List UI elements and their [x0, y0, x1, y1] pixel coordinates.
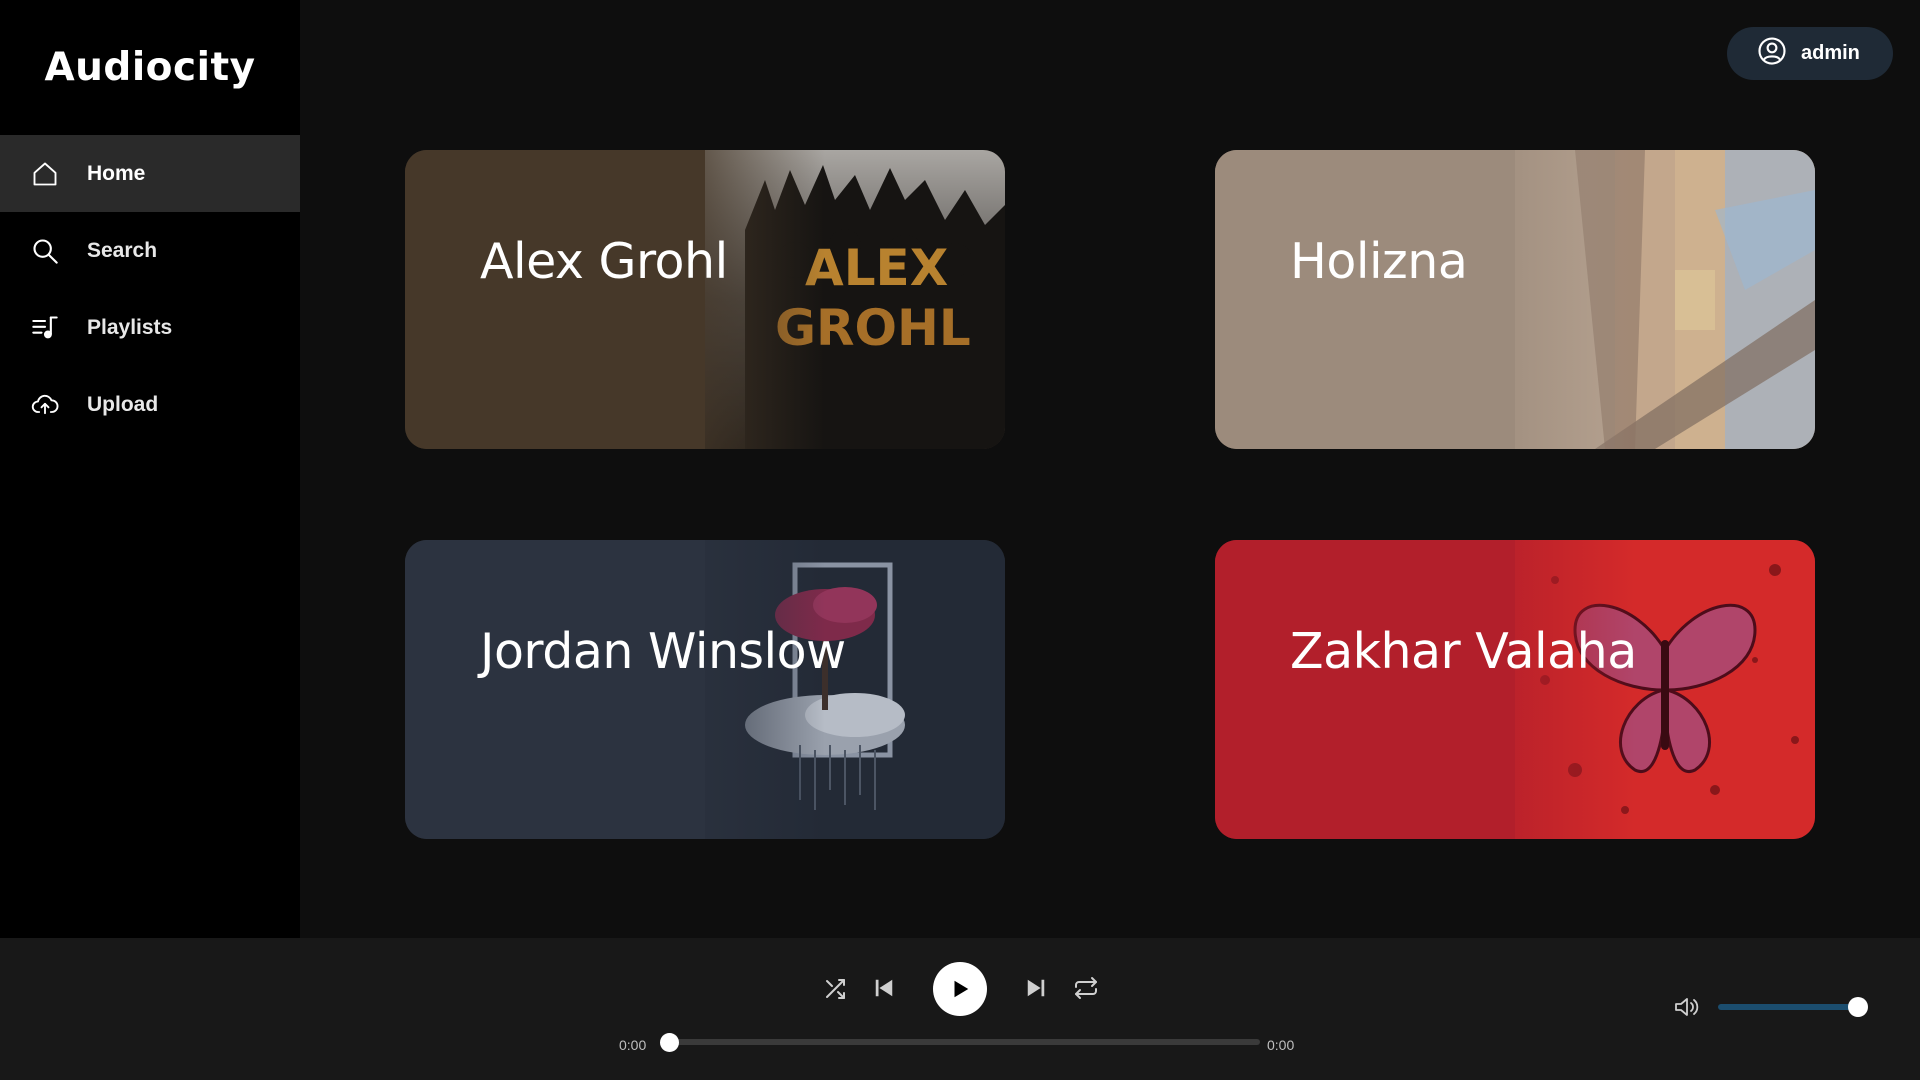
upload-icon [30, 390, 60, 420]
sidebar-item-playlists[interactable]: Playlists [0, 289, 300, 366]
artist-name: Alex Grohl [480, 233, 728, 290]
sidebar-item-home[interactable]: Home [0, 135, 300, 212]
total-time: 0:00 [1267, 1037, 1295, 1053]
sidebar-item-upload[interactable]: Upload [0, 366, 300, 443]
volume-icon[interactable] [1673, 993, 1703, 1021]
progress-thumb[interactable] [660, 1033, 679, 1052]
artist-card-jordan-winslow[interactable]: Jordan Winslow [405, 540, 1005, 839]
play-icon [954, 980, 969, 998]
user-menu-button[interactable]: admin [1727, 27, 1893, 80]
user-circle-icon [1757, 36, 1787, 71]
sidebar-item-search[interactable]: Search [0, 212, 300, 289]
app-logo: Audiocity [44, 45, 256, 90]
sidebar: Audiocity Home Search Playlists Upload [0, 0, 300, 938]
artist-name: Jordan Winslow [480, 623, 846, 680]
sidebar-item-label: Playlists [87, 315, 173, 339]
volume-slider[interactable] [1718, 997, 1868, 1017]
sidebar-item-label: Home [87, 161, 146, 185]
volume-thumb[interactable] [1848, 997, 1868, 1017]
user-name: admin [1801, 42, 1860, 64]
repeat-icon[interactable] [1072, 975, 1100, 1001]
main-content: admin ALEX GROHL Alex Grohl Holizna Jord… [300, 0, 1920, 938]
sidebar-item-label: Search [87, 238, 158, 262]
next-icon[interactable] [1023, 975, 1049, 1001]
playlist-icon [30, 313, 60, 343]
artist-art-text-1: ALEX [805, 239, 948, 297]
artist-card-alex-grohl[interactable]: ALEX GROHL Alex Grohl [405, 150, 1005, 449]
app-root: Audiocity Home Search Playlists Upload a… [0, 0, 1920, 1080]
previous-icon[interactable] [871, 975, 897, 1001]
sidebar-item-label: Upload [87, 392, 159, 416]
current-time: 0:00 [619, 1037, 647, 1053]
artist-card-holizna[interactable]: Holizna [1215, 150, 1815, 449]
shuffle-icon[interactable] [822, 976, 848, 1002]
home-icon [30, 159, 60, 189]
artist-name: Holizna [1290, 233, 1468, 290]
artist-card-zakhar-valaha[interactable]: Zakhar Valaha [1215, 540, 1815, 839]
search-icon [30, 236, 60, 266]
artist-name: Zakhar Valaha [1290, 623, 1637, 680]
progress-bar[interactable] [660, 1033, 1260, 1052]
play-button[interactable] [933, 962, 987, 1016]
